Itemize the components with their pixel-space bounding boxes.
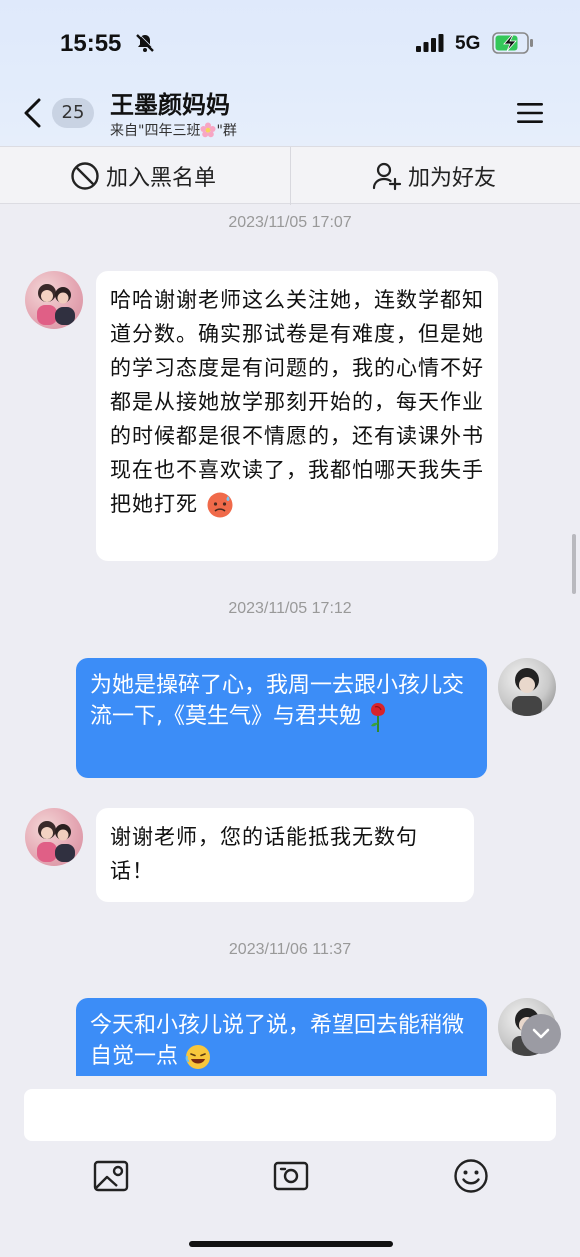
contact-source: 来自"四年三班 "群 bbox=[110, 120, 237, 140]
home-indicator[interactable] bbox=[189, 1241, 393, 1247]
message-timestamp: 2023/11/06 11:37 bbox=[228, 941, 352, 958]
status-time: 15:55 bbox=[60, 30, 122, 57]
add-user-icon bbox=[372, 162, 402, 191]
block-icon bbox=[71, 162, 99, 190]
incoming-message[interactable]: 哈哈谢谢老师这么关注她，连数学都知道分数。确实那试卷是有难度，但是她的学习态度是… bbox=[96, 271, 498, 561]
outgoing-message[interactable]: 今天和小孩儿说了说，希望回去能稍微自觉一点 bbox=[76, 998, 487, 1076]
message-input[interactable] bbox=[24, 1089, 556, 1141]
menu-icon[interactable] bbox=[516, 100, 544, 126]
contact-avatar[interactable] bbox=[25, 271, 83, 329]
image-icon[interactable] bbox=[93, 1158, 129, 1194]
my-avatar-image bbox=[512, 668, 542, 716]
message-text: 谢谢老师，您的话能抵我无数句话！ bbox=[110, 825, 418, 883]
block-label: 加入黑名单 bbox=[106, 166, 217, 191]
add-friend-button[interactable]: 加为好友 bbox=[372, 147, 496, 205]
message-text: 哈哈谢谢老师这么关注她，连数学都知道分数。确实那试卷是有难度，但是她的学习态度是… bbox=[110, 288, 484, 516]
source-suffix: "群 bbox=[216, 123, 237, 139]
back-icon[interactable] bbox=[20, 96, 46, 130]
add-friend-label: 加为好友 bbox=[408, 166, 497, 191]
network-type: 5G bbox=[455, 33, 481, 54]
message-timestamp: 2023/11/05 17:12 bbox=[228, 600, 352, 617]
bell-off-icon bbox=[136, 33, 155, 52]
unread-count-badge[interactable]: 25 bbox=[52, 98, 94, 128]
contact-name: 王墨颜妈妈 bbox=[110, 91, 230, 119]
contact-avatar-image bbox=[37, 284, 75, 325]
my-avatar[interactable] bbox=[498, 658, 556, 716]
scrollbar-thumb[interactable] bbox=[572, 534, 576, 594]
battery-charging-icon bbox=[492, 32, 533, 54]
message-text: 今天和小孩儿说了说，希望回去能稍微自觉一点 bbox=[90, 1013, 465, 1069]
incoming-message[interactable]: 谢谢老师，您的话能抵我无数句话！ bbox=[96, 808, 474, 902]
action-bar: 加入黑名单 加为好友 bbox=[0, 146, 580, 205]
chat-header: 25 王墨颜妈妈 来自"四年三班 "群 bbox=[0, 80, 580, 146]
message-timestamp: 2023/11/05 17:07 bbox=[228, 214, 352, 231]
contact-avatar-image bbox=[37, 821, 75, 862]
source-prefix: 来自"四年三班 bbox=[110, 123, 201, 139]
rose-emoji bbox=[371, 703, 385, 732]
block-button[interactable]: 加入黑名单 bbox=[70, 147, 216, 205]
contact-avatar[interactable] bbox=[25, 808, 83, 866]
chat-area[interactable]: 2023/11/05 17:07 哈哈谢谢老师这么关注她，连数学都知道分数。确实… bbox=[0, 204, 580, 1076]
outgoing-message[interactable]: 为她是操碎了心，我周一去跟小孩儿交流一下,《莫生气》与君共勉 bbox=[76, 658, 487, 778]
action-divider bbox=[290, 147, 291, 205]
signal-icon bbox=[416, 34, 444, 52]
laughing-face-emoji bbox=[185, 1045, 211, 1069]
camera-icon[interactable] bbox=[273, 1158, 309, 1194]
chevron-down-icon bbox=[532, 1028, 550, 1039]
sweating-face-emoji bbox=[207, 492, 233, 518]
flower-icon bbox=[200, 122, 216, 138]
emoji-icon[interactable] bbox=[453, 1158, 489, 1194]
scroll-to-bottom-button[interactable] bbox=[521, 1014, 561, 1054]
message-text: 为她是操碎了心，我周一去跟小孩儿交流一下,《莫生气》与君共勉 bbox=[90, 673, 465, 729]
status-bar: 15:55 5G bbox=[0, 0, 580, 80]
input-panel bbox=[0, 1076, 580, 1257]
